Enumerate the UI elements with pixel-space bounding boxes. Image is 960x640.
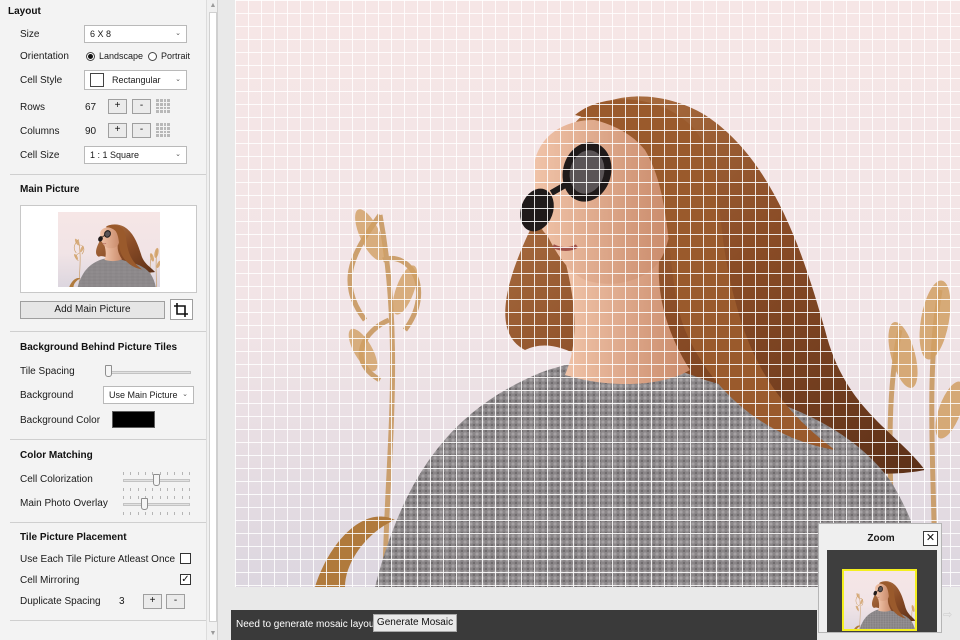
columns-grid-icon <box>156 123 170 137</box>
zoom-navigator[interactable] <box>827 550 937 632</box>
orientation-landscape-radio[interactable] <box>86 52 95 61</box>
cell-mirroring-checkbox[interactable]: ✓ <box>180 574 191 585</box>
background-label: Background <box>20 390 74 401</box>
cell-colorization-ticks <box>123 488 190 491</box>
orientation-portrait-radio[interactable] <box>148 52 157 61</box>
chevron-down-icon: ⌄ <box>182 391 188 398</box>
rows-label: Rows <box>20 102 46 113</box>
scrollbar-thumb[interactable] <box>209 12 217 622</box>
divider <box>10 522 208 523</box>
cell-style-label: Cell Style <box>20 75 63 86</box>
use-each-tile-label: Use Each Tile Picture Atleast Once <box>20 554 176 565</box>
panel-scrollbar[interactable]: ▲ ▼ <box>206 0 217 640</box>
divider <box>10 174 208 175</box>
rows-minus-button[interactable]: - <box>132 99 151 114</box>
expand-arrow-icon[interactable]: ⇨ <box>943 608 959 622</box>
use-each-tile-checkbox[interactable] <box>180 553 191 564</box>
background-color-swatch[interactable] <box>112 411 155 428</box>
main-picture-thumbnail <box>58 212 160 287</box>
orientation-label: Orientation <box>20 51 69 62</box>
background-dropdown[interactable]: Use Main Picture ⌄ <box>103 386 194 404</box>
cell-colorization-slider[interactable] <box>153 474 160 486</box>
cell-style-dropdown[interactable]: Rectangular ⌄ <box>84 70 187 90</box>
divider <box>10 620 208 621</box>
status-message: Need to generate mosaic layout <box>236 619 378 630</box>
zoom-thumbnail <box>844 571 915 629</box>
cell-size-label: Cell Size <box>20 150 60 161</box>
columns-plus-button[interactable]: + <box>108 123 127 138</box>
size-value: 6 X 8 <box>90 29 112 39</box>
layout-section-title: Layout <box>8 6 41 17</box>
duplicate-spacing-value: 3 <box>119 596 125 607</box>
main-picture-preview[interactable] <box>20 205 197 293</box>
background-section-title: Background Behind Picture Tiles <box>20 342 178 353</box>
cell-size-value: 1 : 1 Square <box>90 150 140 160</box>
chevron-down-icon: ⌄ <box>175 76 181 83</box>
rows-value: 67 <box>85 102 97 113</box>
main-photo-overlay-track <box>123 503 190 506</box>
settings-panel: Layout Size 6 X 8 ⌄ Orientation Landscap… <box>0 0 218 640</box>
chevron-down-icon: ⌄ <box>175 151 181 158</box>
scroll-down-icon[interactable]: ▼ <box>209 630 217 638</box>
rows-plus-button[interactable]: + <box>108 99 127 114</box>
tile-spacing-track <box>105 371 191 374</box>
size-dropdown[interactable]: 6 X 8 ⌄ <box>84 25 187 43</box>
scroll-up-icon[interactable]: ▲ <box>209 2 217 10</box>
crop-icon <box>174 303 188 317</box>
mosaic-canvas-area <box>219 0 960 608</box>
size-label: Size <box>20 29 40 40</box>
tile-placement-section-title: Tile Picture Placement <box>20 532 127 543</box>
columns-minus-button[interactable]: - <box>132 123 151 138</box>
duplicate-spacing-minus-button[interactable]: - <box>166 594 185 609</box>
main-photo-overlay-slider[interactable] <box>141 498 148 510</box>
zoom-panel: Zoom ✕ <box>818 523 942 633</box>
crop-button[interactable] <box>170 299 193 320</box>
cell-size-dropdown[interactable]: 1 : 1 Square ⌄ <box>84 146 187 164</box>
main-picture-section-title: Main Picture <box>20 184 80 195</box>
cell-colorization-label: Cell Colorization <box>20 474 93 485</box>
close-icon[interactable]: ✕ <box>923 531 938 546</box>
divider <box>10 439 208 440</box>
tile-spacing-slider[interactable] <box>105 365 112 377</box>
duplicate-spacing-label: Duplicate Spacing <box>20 596 101 607</box>
columns-value: 90 <box>85 126 97 137</box>
overlay-ticks <box>123 512 190 515</box>
chevron-down-icon: ⌄ <box>175 30 181 37</box>
cell-mirroring-label: Cell Mirroring <box>20 575 80 586</box>
orientation-portrait-label: Portrait <box>161 51 191 61</box>
tile-spacing-label: Tile Spacing <box>20 366 75 377</box>
generate-mosaic-button[interactable]: Generate Mosaic <box>373 614 457 632</box>
color-matching-section-title: Color Matching <box>20 450 93 461</box>
columns-label: Columns <box>20 126 60 137</box>
orientation-landscape-label: Landscape <box>99 51 144 61</box>
rectangle-icon <box>90 72 104 87</box>
divider <box>10 331 208 332</box>
main-picture-image <box>235 0 960 587</box>
background-color-label: Background Color <box>20 415 101 426</box>
rows-grid-icon <box>156 99 170 113</box>
duplicate-spacing-plus-button[interactable]: + <box>143 594 162 609</box>
checkmark-icon: ✓ <box>181 574 190 585</box>
status-bar: Need to generate mosaic layout Generate … <box>231 610 817 640</box>
main-photo-overlay-label: Main Photo Overlay <box>20 498 108 509</box>
cell-style-value: Rectangular <box>112 75 161 85</box>
overlay-ticks <box>123 496 190 499</box>
mosaic-preview[interactable] <box>235 0 960 587</box>
background-value: Use Main Picture <box>109 390 178 400</box>
add-main-picture-button[interactable]: Add Main Picture <box>20 301 165 319</box>
zoom-viewport-frame[interactable] <box>842 569 917 631</box>
